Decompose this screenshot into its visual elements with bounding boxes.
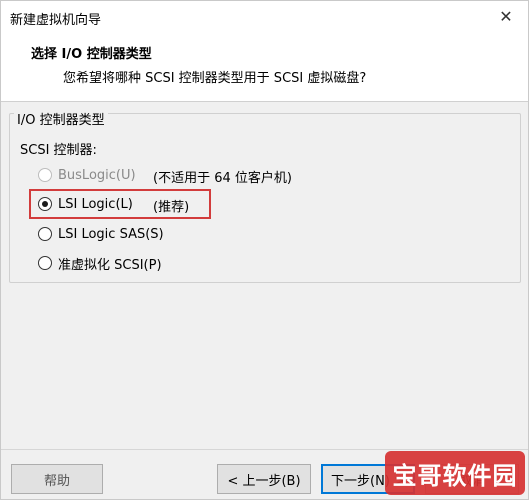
wizard-header: 选择 I/O 控制器类型 您希望将哪种 SCSI 控制器类型用于 SCSI 虚拟…: [1, 32, 528, 102]
radio-indicator[interactable]: [38, 256, 52, 270]
group-label: I/O 控制器类型: [14, 109, 108, 128]
radio-label: LSI Logic SAS(S): [58, 226, 164, 242]
watermark-logo: 宝哥软件园: [385, 451, 525, 495]
close-icon: ✕: [499, 7, 513, 26]
title-bar: 新建虚拟机向导 ✕: [1, 1, 528, 32]
radio-indicator[interactable]: [38, 227, 52, 241]
page-title: 选择 I/O 控制器类型: [31, 47, 152, 62]
wizard-window: 新建虚拟机向导 ✕ 选择 I/O 控制器类型 您希望将哪种 SCSI 控制器类型…: [0, 0, 529, 500]
help-button[interactable]: 帮助: [11, 464, 103, 494]
radio-lsi-logic[interactable]: LSI Logic(L): [38, 194, 133, 214]
radio-indicator: [38, 168, 52, 182]
lsi-logic-note: (推荐): [153, 200, 190, 215]
footer-divider: [1, 449, 528, 450]
radio-label: BusLogic(U): [58, 167, 136, 183]
radio-label: 准虚拟化 SCSI(P): [58, 257, 162, 273]
close-button[interactable]: ✕: [484, 1, 528, 32]
scsi-controller-label: SCSI 控制器:: [20, 143, 97, 158]
back-button[interactable]: < 上一步(B): [217, 464, 311, 494]
buslogic-note: (不适用于 64 位客户机): [153, 171, 292, 186]
radio-label: LSI Logic(L): [58, 196, 133, 212]
radio-indicator[interactable]: [38, 197, 52, 211]
page-subtitle: 您希望将哪种 SCSI 控制器类型用于 SCSI 虚拟磁盘?: [63, 71, 367, 86]
radio-lsi-logic-sas[interactable]: LSI Logic SAS(S): [38, 224, 164, 244]
radio-buslogic: BusLogic(U): [38, 165, 136, 185]
window-title: 新建虚拟机向导: [10, 13, 102, 28]
radio-pvscsi[interactable]: 准虚拟化 SCSI(P): [38, 253, 162, 273]
